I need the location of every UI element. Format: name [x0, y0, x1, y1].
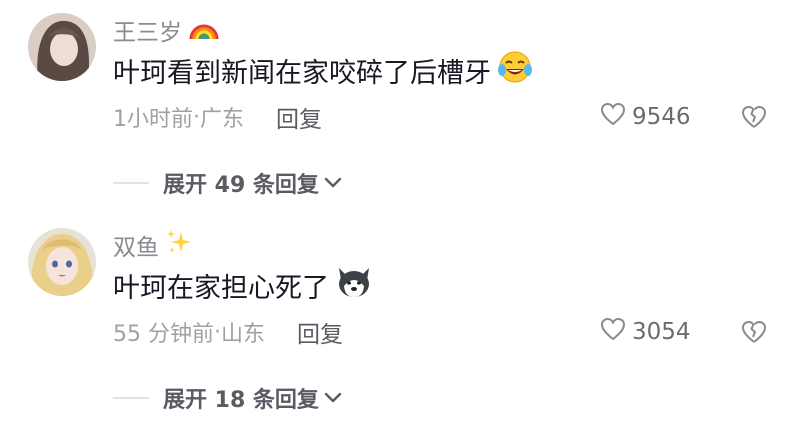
heart-icon	[600, 102, 632, 132]
expand-replies-label: 展开 18 条回复	[163, 388, 319, 413]
chevron-down-icon	[319, 389, 343, 408]
dislike-button[interactable]	[740, 104, 768, 134]
rainbow-emoji-icon	[188, 13, 220, 47]
comment-text-content: 叶珂在家担心死了	[113, 272, 329, 304]
like-count: 9546	[632, 104, 691, 130]
chevron-down-icon	[319, 174, 343, 193]
reply-button[interactable]: 回复	[276, 100, 322, 134]
comment-location: 广东	[200, 107, 245, 132]
like-button[interactable]: 3054	[600, 317, 691, 347]
divider-line	[113, 182, 149, 184]
dislike-button[interactable]	[740, 319, 768, 349]
crying-laughing-emoji-icon	[497, 50, 533, 91]
comment-time: 1小时前	[113, 107, 193, 132]
username-text: 王三岁	[113, 20, 182, 46]
reply-button[interactable]: 回复	[297, 315, 343, 349]
avatar[interactable]	[28, 13, 96, 81]
comment-meta: 55 分钟前 · 山东 回复	[113, 315, 343, 349]
comment-text-content: 叶珂看到新闻在家咬碎了后槽牙	[113, 57, 491, 89]
username-text: 双鱼	[113, 235, 159, 261]
like-button[interactable]: 9546	[600, 102, 691, 132]
expand-replies-button[interactable]: 展开 49 条回复	[113, 168, 343, 198]
comment-meta: 1小时前 · 广东 回复	[113, 100, 322, 134]
meta-separator: ·	[214, 319, 221, 345]
comment-time: 55 分钟前	[113, 322, 214, 347]
husky-dog-emoji-icon	[335, 264, 373, 307]
username[interactable]: 双鱼	[113, 229, 193, 261]
meta-separator: ·	[193, 104, 200, 130]
avatar[interactable]	[28, 228, 96, 296]
broken-heart-icon	[740, 321, 768, 349]
comment-location: 山东	[221, 322, 266, 347]
comment-text: 叶珂看到新闻在家咬碎了后槽牙	[113, 50, 533, 91]
heart-icon	[600, 317, 632, 347]
sparkles-emoji-icon	[165, 228, 193, 262]
expand-replies-button[interactable]: 展开 18 条回复	[113, 383, 343, 413]
comment-text: 叶珂在家担心死了	[113, 267, 373, 304]
divider-line	[113, 397, 149, 399]
expand-replies-label: 展开 49 条回复	[163, 173, 319, 198]
username[interactable]: 王三岁	[113, 14, 220, 46]
broken-heart-icon	[740, 106, 768, 134]
like-count: 3054	[632, 319, 691, 345]
